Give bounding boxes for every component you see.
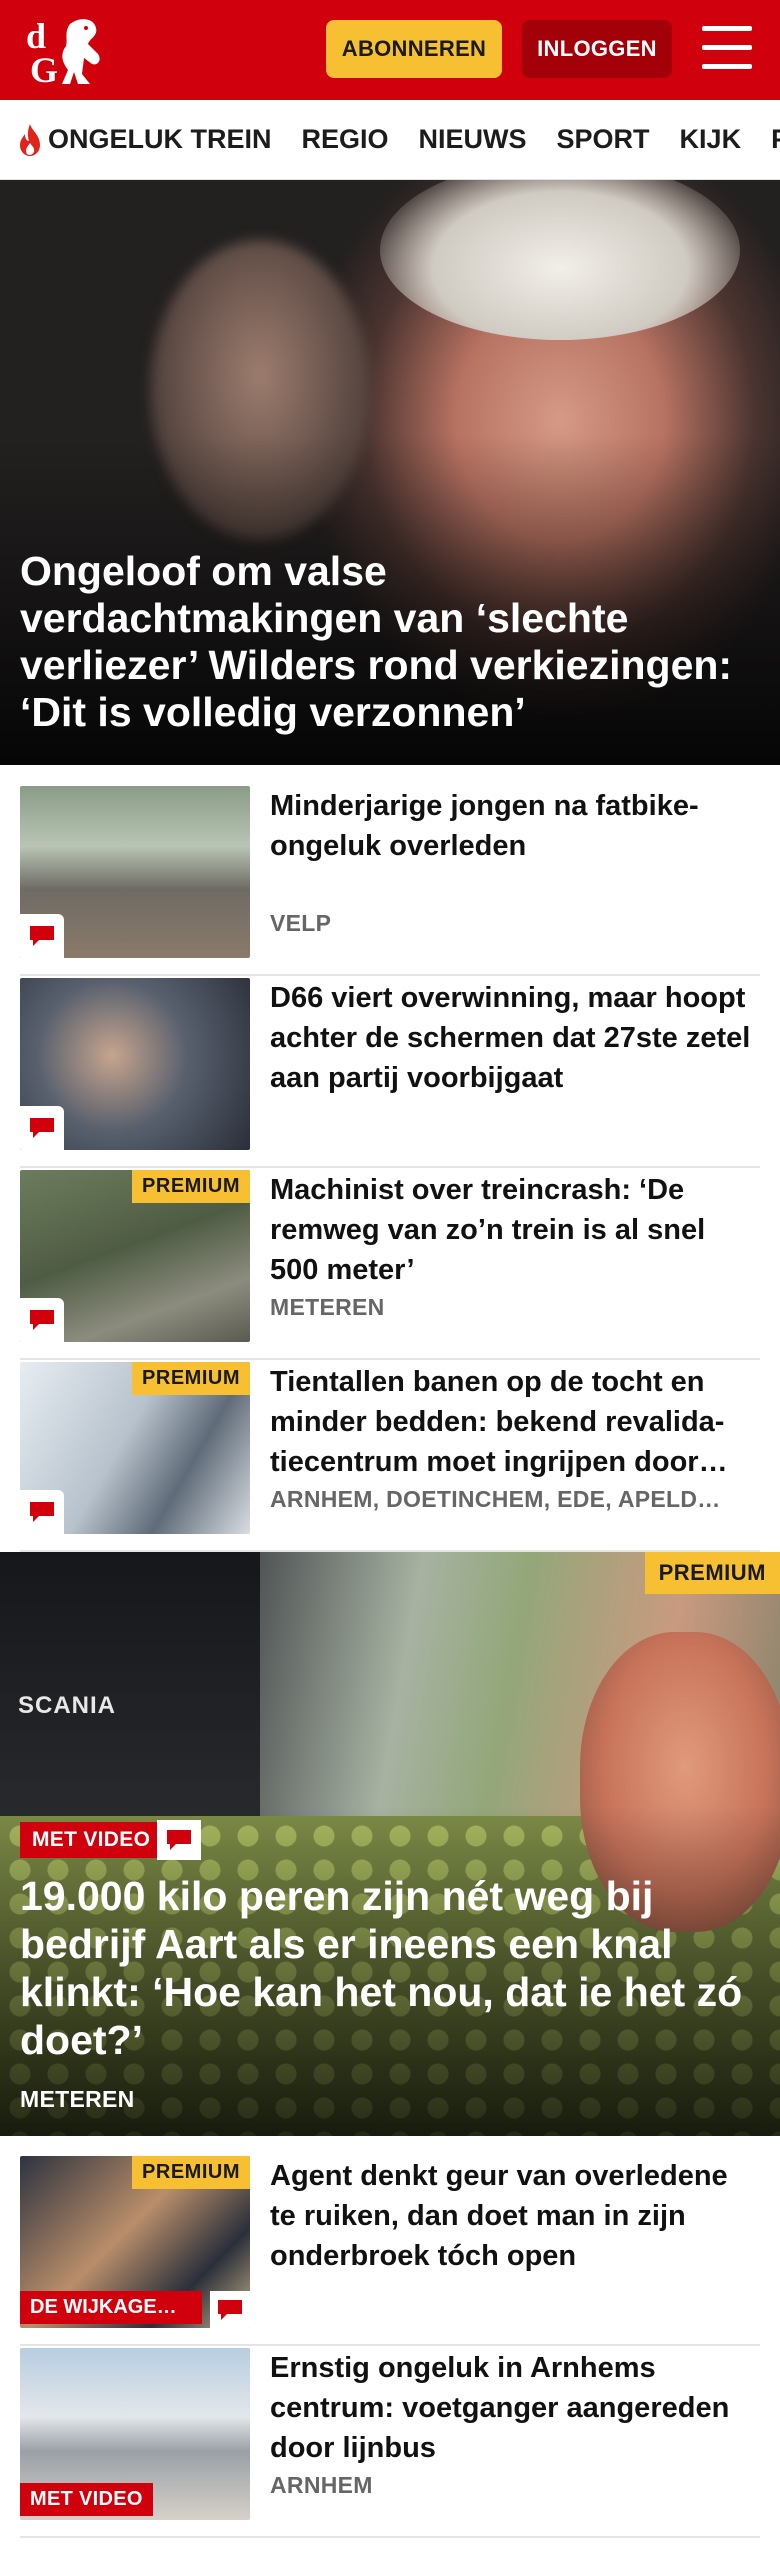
- nav-item-kijk[interactable]: KIJK: [680, 124, 742, 155]
- nav-item-nieuws[interactable]: NIEUWS: [419, 124, 527, 155]
- video-tag: MET VIDEO: [20, 2483, 153, 2516]
- article-title: Ernstig ongeluk in Arnhems centrum: voet…: [270, 2352, 730, 2464]
- nav-item-regio[interactable]: REGIO: [302, 124, 389, 155]
- comment-icon: [20, 1490, 64, 1534]
- nav-item-podcast[interactable]: POD: [771, 124, 780, 155]
- article-title: Agent denkt geur van overledene te ruike…: [270, 2160, 728, 2272]
- article-item[interactable]: D66 viert overwinning, maar hoopt achter…: [20, 978, 760, 1168]
- feature-location: METEREN: [20, 2086, 135, 2112]
- article-title: Minderjarige jongen na fatbike-ongeluk o…: [270, 790, 699, 862]
- comment-icon: [210, 2291, 250, 2328]
- nav-label: ONGELUK TREIN: [48, 124, 272, 154]
- section-tag: DE WIJKAGE…: [20, 2291, 202, 2324]
- article-title: D66 viert overwinning, maar hoopt achter…: [270, 982, 751, 1094]
- article-item[interactable]: Minderjarige jongen na fatbike-ongeluk o…: [20, 786, 760, 976]
- article-location: ARNHEM, DOETINCHEM, EDE, APELD…: [270, 1486, 721, 1512]
- article-thumbnail: PREMIUM DE WIJKAGE…: [20, 2156, 250, 2328]
- comment-icon: [20, 914, 64, 958]
- article-item[interactable]: PREMIUM Tientallen banen op de tocht en …: [20, 1362, 760, 1552]
- article-location: ARNHEM: [270, 2472, 373, 2498]
- article-location: VELP: [270, 910, 332, 936]
- feature-article[interactable]: SCANIA PREMIUM MET VIDEO 19.000 kilo per…: [0, 1552, 780, 2136]
- article-item[interactable]: MET VIDEO Ernstig ongeluk in Arnhems cen…: [20, 2348, 760, 2538]
- login-button[interactable]: INLOGGEN: [522, 20, 672, 78]
- premium-badge: PREMIUM: [644, 1552, 780, 1594]
- feature-title: 19.000 kilo peren zijn nét weg bij bedri…: [20, 1873, 743, 2063]
- comment-icon: [20, 1106, 64, 1150]
- article-item[interactable]: PREMIUM Machinist over treincrash: ‘De r…: [20, 1170, 760, 1360]
- menu-icon[interactable]: [702, 26, 752, 70]
- video-tag: MET VIDEO: [20, 1822, 163, 1858]
- article-item[interactable]: PREMIUM DE WIJKAGE… Agent denkt geur van…: [20, 2156, 760, 2346]
- article-thumbnail: [20, 786, 250, 958]
- premium-badge: PREMIUM: [132, 1170, 250, 1203]
- comment-icon: [20, 1298, 64, 1342]
- subscribe-button[interactable]: ABONNEREN: [326, 20, 502, 78]
- article-thumbnail: MET VIDEO: [20, 2348, 250, 2520]
- flame-icon: [20, 123, 40, 156]
- article-location: METEREN: [270, 1294, 385, 1320]
- premium-badge: PREMIUM: [132, 1362, 250, 1395]
- hero-article[interactable]: Ongeloof om valse verdachtmakingen van ‘…: [0, 180, 780, 765]
- nav-item-ongeluk-trein[interactable]: ONGELUK TREIN: [16, 123, 272, 157]
- hero-title: Ongeloof om valse verdachtmakingen van ‘…: [20, 548, 733, 735]
- article-thumbnail: [20, 978, 250, 1150]
- truck-brand-text: SCANIA: [18, 1692, 117, 1719]
- logo[interactable]: d G: [24, 14, 116, 90]
- top-bar: d G ABONNEREN INLOGGEN: [0, 0, 780, 100]
- article-thumbnail: PREMIUM: [20, 1170, 250, 1342]
- svg-text:G: G: [30, 50, 58, 86]
- article-title: Machinist over treincrash: ‘De remweg va…: [270, 1174, 706, 1286]
- comment-icon: [157, 1820, 201, 1860]
- article-title: Tientallen banen op de tocht en minder b…: [270, 1366, 728, 1478]
- article-thumbnail: PREMIUM: [20, 1362, 250, 1534]
- hero-image-detail: [380, 180, 740, 340]
- nav-item-sport[interactable]: SPORT: [557, 124, 650, 155]
- premium-badge: PREMIUM: [132, 2156, 250, 2189]
- section-nav: ONGELUK TREIN REGIO NIEUWS SPORT KIJK PO…: [0, 100, 780, 180]
